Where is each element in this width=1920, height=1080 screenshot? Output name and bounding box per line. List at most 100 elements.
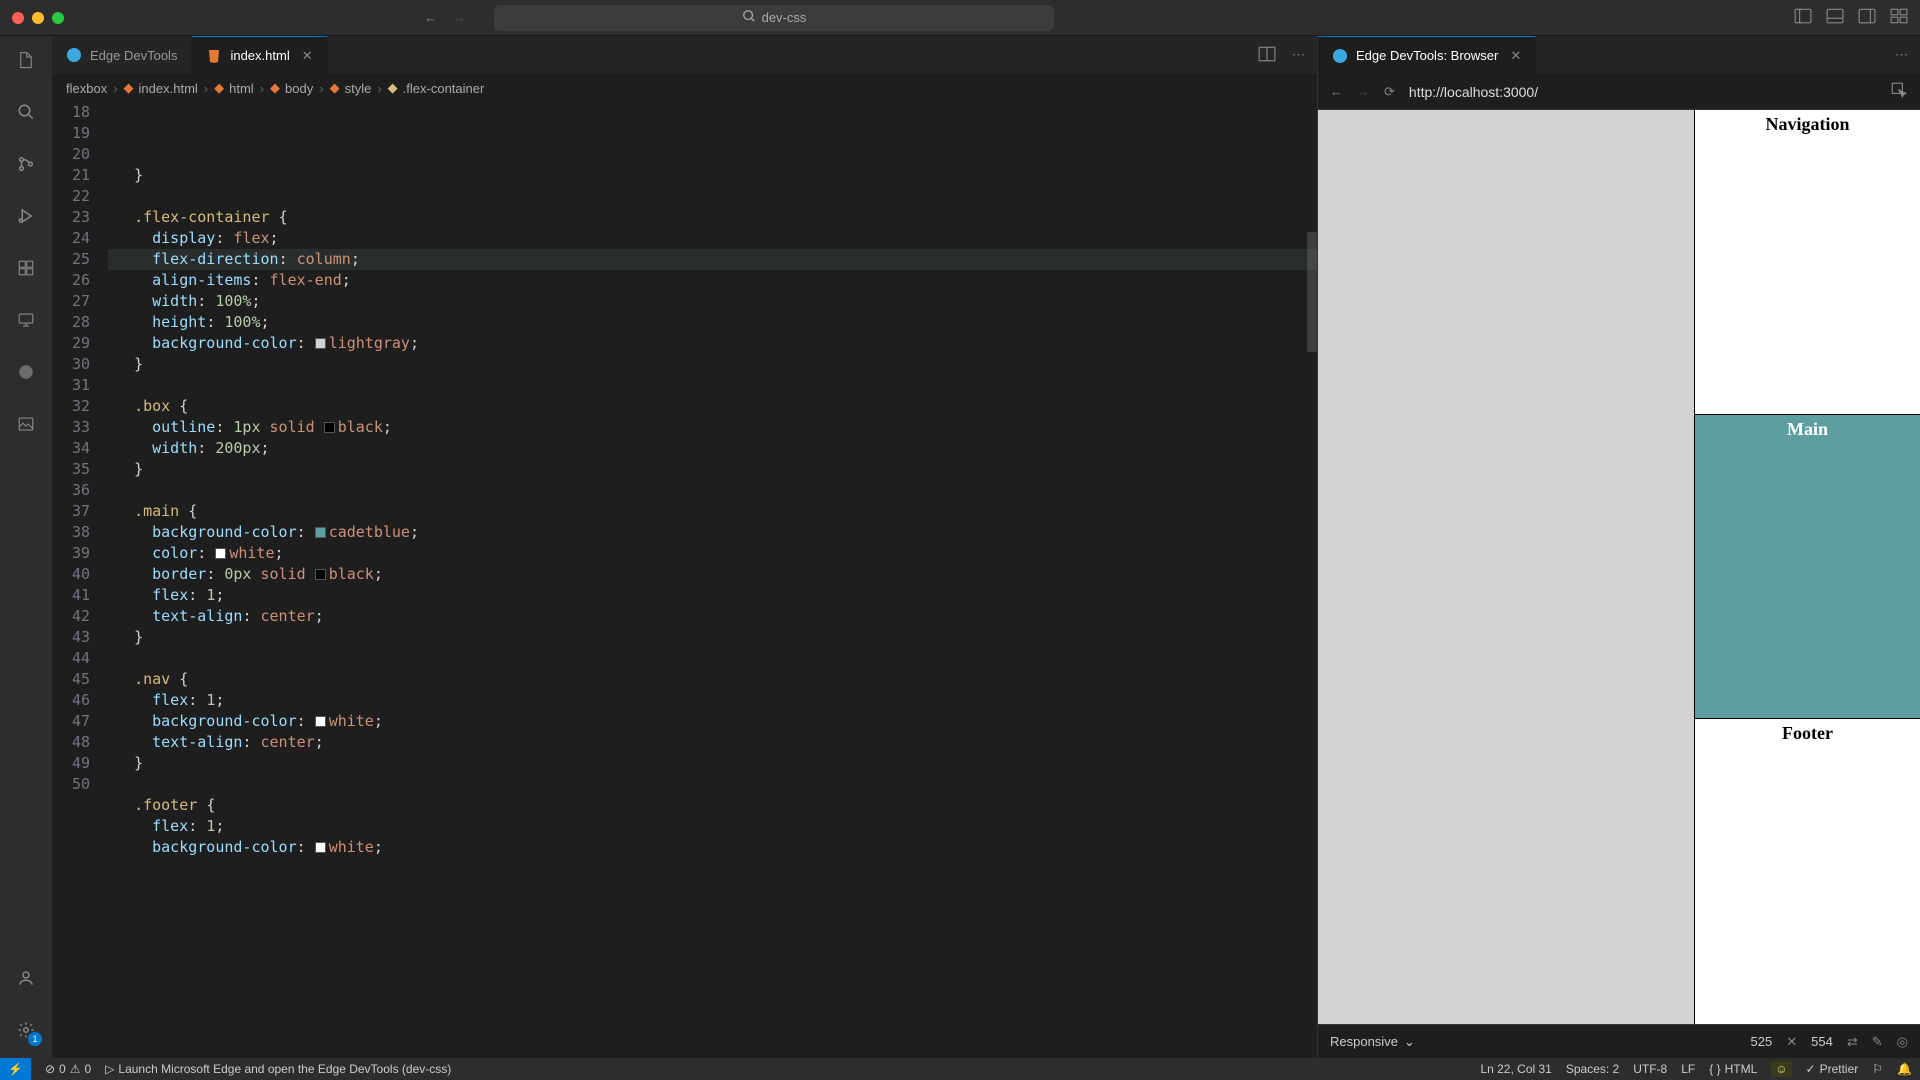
close-icon[interactable]: ✕ xyxy=(1510,48,1521,64)
browser-back-icon[interactable]: ← xyxy=(1330,84,1343,99)
image-icon[interactable] xyxy=(12,410,40,438)
chevron-right-icon: › xyxy=(260,81,264,96)
crumb-body: ◆body xyxy=(270,80,313,96)
tab-index-html[interactable]: index.html ✕ xyxy=(192,36,327,74)
chevron-right-icon: › xyxy=(204,81,208,96)
cursor-position[interactable]: Ln 22, Col 31 xyxy=(1480,1062,1551,1076)
html-icon: ◆ xyxy=(124,80,134,96)
remote-explorer-icon[interactable] xyxy=(12,306,40,334)
indent-status[interactable]: Spaces: 2 xyxy=(1566,1062,1619,1076)
command-center[interactable]: dev-css xyxy=(494,5,1054,31)
history-nav: ← → xyxy=(424,10,466,25)
customize-layout-icon[interactable] xyxy=(1890,7,1908,28)
check-icon: ✓ xyxy=(1806,1062,1816,1076)
panel-right-icon[interactable] xyxy=(1858,7,1876,28)
split-editor-icon[interactable] xyxy=(1258,45,1276,66)
braces-icon: { } xyxy=(1709,1062,1720,1076)
tag-icon: ◆ xyxy=(330,80,340,96)
run-debug-icon[interactable] xyxy=(12,202,40,230)
prettier-status[interactable]: ✓Prettier xyxy=(1806,1062,1859,1076)
rotate-icon[interactable]: ⇄ xyxy=(1847,1034,1858,1050)
wand-icon[interactable]: ✎ xyxy=(1872,1034,1883,1050)
edge-icon xyxy=(66,47,82,63)
bell-icon[interactable]: 🔔 xyxy=(1897,1062,1912,1076)
more-actions-icon[interactable]: ⋯ xyxy=(1895,47,1908,63)
crumb-file: ◆index.html xyxy=(124,80,198,96)
panel-bottom-icon[interactable] xyxy=(1826,7,1844,28)
chevron-right-icon: › xyxy=(319,81,323,96)
code-editor[interactable]: 1819202122232425262728293031323334353637… xyxy=(52,102,1317,1058)
encoding-status[interactable]: UTF-8 xyxy=(1633,1062,1667,1076)
code-content[interactable]: } .flex-container { display: flex; flex-… xyxy=(108,102,1317,1058)
forward-icon[interactable]: → xyxy=(453,10,466,25)
close-window[interactable] xyxy=(12,12,24,24)
inspect-icon[interactable] xyxy=(1890,81,1908,102)
html-icon xyxy=(206,48,222,64)
window-controls xyxy=(12,12,64,24)
source-control-icon[interactable] xyxy=(12,150,40,178)
chevron-down-icon: ⌄ xyxy=(1404,1034,1415,1050)
edge-tools-icon[interactable] xyxy=(12,358,40,386)
tab-edge-devtools[interactable]: Edge DevTools xyxy=(52,36,192,74)
tab-label: Edge DevTools: Browser xyxy=(1356,48,1498,63)
activity-bar xyxy=(0,36,52,1058)
close-icon[interactable]: ✕ xyxy=(302,48,313,64)
css-icon: ◆ xyxy=(388,80,398,96)
error-icon: ⊘ xyxy=(45,1062,55,1076)
preview-nav: Navigation xyxy=(1695,110,1920,415)
scrollbar-thumb[interactable] xyxy=(1307,232,1317,352)
breadcrumbs[interactable]: flexbox › ◆index.html › ◆html › ◆body › … xyxy=(52,74,1317,102)
browser-preview: Navigation Main Footer xyxy=(1318,110,1920,1024)
preview-footer: Footer xyxy=(1695,719,1920,1024)
minimize-window[interactable] xyxy=(32,12,44,24)
crumb-html: ◆html xyxy=(214,80,254,96)
edge-icon xyxy=(1332,48,1348,64)
crumb-folder: flexbox xyxy=(66,81,107,96)
accounts-icon[interactable] xyxy=(12,964,40,992)
browser-toolbar: ← → ⟳ http://localhost:3000/ xyxy=(1318,74,1920,110)
explorer-icon[interactable] xyxy=(12,46,40,74)
browser-forward-icon[interactable]: → xyxy=(1357,84,1370,99)
launch-edge-status[interactable]: ▷ Launch Microsoft Edge and open the Edg… xyxy=(105,1062,451,1076)
chevron-right-icon: › xyxy=(113,81,117,96)
viewport-height[interactable]: 554 xyxy=(1811,1034,1833,1049)
dimension-separator: ✕ xyxy=(1786,1034,1797,1050)
search-icon xyxy=(742,9,756,26)
reload-icon[interactable]: ⟳ xyxy=(1384,84,1395,100)
extensions-icon[interactable] xyxy=(12,254,40,282)
tab-label: index.html xyxy=(230,48,289,63)
editor-tabs-right: Edge DevTools: Browser ✕ ⋯ xyxy=(1318,36,1920,74)
settings-icon[interactable] xyxy=(12,1016,40,1044)
remote-indicator[interactable]: ⚡ xyxy=(0,1058,31,1080)
panel-left-icon[interactable] xyxy=(1794,7,1812,28)
titlebar: ← → dev-css xyxy=(0,0,1920,36)
smiley-icon[interactable]: ☺ xyxy=(1771,1061,1791,1077)
crumb-style: ◆style xyxy=(330,80,372,96)
tab-edge-browser[interactable]: Edge DevTools: Browser ✕ xyxy=(1318,36,1536,74)
tag-icon: ◆ xyxy=(214,80,224,96)
tag-icon: ◆ xyxy=(270,80,280,96)
tab-label: Edge DevTools xyxy=(90,48,177,63)
language-status[interactable]: { }HTML xyxy=(1709,1062,1757,1076)
back-icon[interactable]: ← xyxy=(424,10,437,25)
debug-icon: ▷ xyxy=(105,1062,114,1076)
chevron-right-icon: › xyxy=(377,81,381,96)
crumb-selector: ◆.flex-container xyxy=(388,80,485,96)
more-actions-icon[interactable]: ⋯ xyxy=(1292,47,1305,63)
url-bar[interactable]: http://localhost:3000/ xyxy=(1409,84,1876,100)
feedback-icon[interactable]: ⚐ xyxy=(1872,1062,1883,1076)
line-numbers: 1819202122232425262728293031323334353637… xyxy=(52,102,108,1058)
viewport-width[interactable]: 525 xyxy=(1751,1034,1773,1049)
layout-controls xyxy=(1794,7,1908,28)
eol-status[interactable]: LF xyxy=(1681,1062,1695,1076)
maximize-window[interactable] xyxy=(52,12,64,24)
search-icon[interactable] xyxy=(12,98,40,126)
device-toolbar: Responsive ⌄ 525 ✕ 554 ⇄ ✎ ◎ xyxy=(1318,1024,1920,1058)
editor-tabs: Edge DevTools index.html ✕ ⋯ xyxy=(52,36,1317,74)
problems-status[interactable]: ⊘0 ⚠0 xyxy=(45,1062,91,1076)
editor-group-left: Edge DevTools index.html ✕ ⋯ flexbox › ◆… xyxy=(52,36,1317,1058)
editor-group-right: Edge DevTools: Browser ✕ ⋯ ← → ⟳ http://… xyxy=(1317,36,1920,1058)
target-icon[interactable]: ◎ xyxy=(1897,1034,1908,1050)
device-mode-select[interactable]: Responsive ⌄ xyxy=(1330,1034,1415,1050)
preview-main: Main xyxy=(1695,415,1920,720)
